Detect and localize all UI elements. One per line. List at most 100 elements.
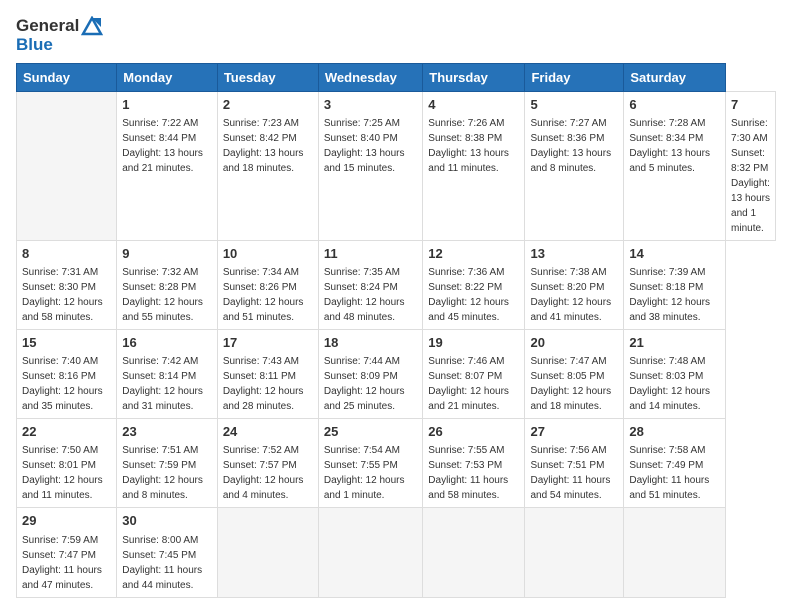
logo-triangle-icon	[81, 16, 103, 36]
calendar-cell: 18 Sunrise: 7:44 AMSunset: 8:09 PMDaylig…	[318, 330, 422, 419]
day-info: Sunrise: 7:56 AMSunset: 7:51 PMDaylight:…	[530, 445, 610, 501]
day-info: Sunrise: 8:00 AMSunset: 7:45 PMDaylight:…	[122, 535, 202, 591]
calendar-cell: 22 Sunrise: 7:50 AMSunset: 8:01 PMDaylig…	[17, 419, 117, 508]
day-number: 6	[629, 96, 720, 114]
day-info: Sunrise: 7:58 AMSunset: 7:49 PMDaylight:…	[629, 445, 709, 501]
calendar-cell: 26 Sunrise: 7:55 AMSunset: 7:53 PMDaylig…	[423, 419, 525, 508]
calendar-cell: 14 Sunrise: 7:39 AMSunset: 8:18 PMDaylig…	[624, 240, 726, 329]
weekday-header-saturday: Saturday	[624, 63, 726, 91]
day-info: Sunrise: 7:51 AMSunset: 7:59 PMDaylight:…	[122, 445, 203, 501]
day-info: Sunrise: 7:30 AMSunset: 8:32 PMDaylight:…	[731, 118, 770, 234]
calendar-cell: 10 Sunrise: 7:34 AMSunset: 8:26 PMDaylig…	[217, 240, 318, 329]
calendar-cell	[423, 508, 525, 597]
day-info: Sunrise: 7:38 AMSunset: 8:20 PMDaylight:…	[530, 267, 611, 323]
calendar-cell: 7 Sunrise: 7:30 AMSunset: 8:32 PMDayligh…	[726, 91, 776, 240]
day-number: 27	[530, 423, 618, 441]
week-row-4: 29 Sunrise: 7:59 AMSunset: 7:47 PMDaylig…	[17, 508, 776, 597]
logo: General Blue	[16, 16, 103, 55]
week-row-3: 22 Sunrise: 7:50 AMSunset: 8:01 PMDaylig…	[17, 419, 776, 508]
day-number: 30	[122, 512, 212, 530]
calendar-cell: 24 Sunrise: 7:52 AMSunset: 7:57 PMDaylig…	[217, 419, 318, 508]
day-info: Sunrise: 7:39 AMSunset: 8:18 PMDaylight:…	[629, 267, 710, 323]
day-info: Sunrise: 7:35 AMSunset: 8:24 PMDaylight:…	[324, 267, 405, 323]
week-row-2: 15 Sunrise: 7:40 AMSunset: 8:16 PMDaylig…	[17, 330, 776, 419]
calendar-cell: 8 Sunrise: 7:31 AMSunset: 8:30 PMDayligh…	[17, 240, 117, 329]
calendar-cell	[17, 91, 117, 240]
calendar-cell: 20 Sunrise: 7:47 AMSunset: 8:05 PMDaylig…	[525, 330, 624, 419]
day-number: 12	[428, 245, 519, 263]
day-info: Sunrise: 7:55 AMSunset: 7:53 PMDaylight:…	[428, 445, 508, 501]
calendar-cell: 6 Sunrise: 7:28 AMSunset: 8:34 PMDayligh…	[624, 91, 726, 240]
week-row-0: 1 Sunrise: 7:22 AMSunset: 8:44 PMDayligh…	[17, 91, 776, 240]
day-number: 8	[22, 245, 111, 263]
weekday-header-monday: Monday	[117, 63, 218, 91]
calendar-cell: 11 Sunrise: 7:35 AMSunset: 8:24 PMDaylig…	[318, 240, 422, 329]
day-number: 15	[22, 334, 111, 352]
day-number: 11	[324, 245, 417, 263]
day-info: Sunrise: 7:50 AMSunset: 8:01 PMDaylight:…	[22, 445, 103, 501]
day-number: 29	[22, 512, 111, 530]
day-info: Sunrise: 7:42 AMSunset: 8:14 PMDaylight:…	[122, 356, 203, 412]
day-info: Sunrise: 7:52 AMSunset: 7:57 PMDaylight:…	[223, 445, 304, 501]
weekday-header-friday: Friday	[525, 63, 624, 91]
calendar-cell: 25 Sunrise: 7:54 AMSunset: 7:55 PMDaylig…	[318, 419, 422, 508]
day-info: Sunrise: 7:22 AMSunset: 8:44 PMDaylight:…	[122, 118, 203, 174]
calendar-cell: 13 Sunrise: 7:38 AMSunset: 8:20 PMDaylig…	[525, 240, 624, 329]
day-number: 20	[530, 334, 618, 352]
day-number: 10	[223, 245, 313, 263]
week-row-1: 8 Sunrise: 7:31 AMSunset: 8:30 PMDayligh…	[17, 240, 776, 329]
calendar-cell: 17 Sunrise: 7:43 AMSunset: 8:11 PMDaylig…	[217, 330, 318, 419]
day-info: Sunrise: 7:46 AMSunset: 8:07 PMDaylight:…	[428, 356, 509, 412]
weekday-header-sunday: Sunday	[17, 63, 117, 91]
day-number: 26	[428, 423, 519, 441]
calendar-cell: 5 Sunrise: 7:27 AMSunset: 8:36 PMDayligh…	[525, 91, 624, 240]
calendar-cell	[318, 508, 422, 597]
calendar-cell: 27 Sunrise: 7:56 AMSunset: 7:51 PMDaylig…	[525, 419, 624, 508]
calendar-cell: 21 Sunrise: 7:48 AMSunset: 8:03 PMDaylig…	[624, 330, 726, 419]
day-number: 13	[530, 245, 618, 263]
header-row: SundayMondayTuesdayWednesdayThursdayFrid…	[17, 63, 776, 91]
calendar-cell: 19 Sunrise: 7:46 AMSunset: 8:07 PMDaylig…	[423, 330, 525, 419]
day-number: 9	[122, 245, 212, 263]
day-info: Sunrise: 7:25 AMSunset: 8:40 PMDaylight:…	[324, 118, 405, 174]
day-number: 25	[324, 423, 417, 441]
calendar-cell: 23 Sunrise: 7:51 AMSunset: 7:59 PMDaylig…	[117, 419, 218, 508]
day-info: Sunrise: 7:48 AMSunset: 8:03 PMDaylight:…	[629, 356, 710, 412]
calendar-cell: 15 Sunrise: 7:40 AMSunset: 8:16 PMDaylig…	[17, 330, 117, 419]
calendar-cell: 12 Sunrise: 7:36 AMSunset: 8:22 PMDaylig…	[423, 240, 525, 329]
calendar-cell: 4 Sunrise: 7:26 AMSunset: 8:38 PMDayligh…	[423, 91, 525, 240]
calendar-cell: 1 Sunrise: 7:22 AMSunset: 8:44 PMDayligh…	[117, 91, 218, 240]
day-info: Sunrise: 7:32 AMSunset: 8:28 PMDaylight:…	[122, 267, 203, 323]
day-info: Sunrise: 7:40 AMSunset: 8:16 PMDaylight:…	[22, 356, 103, 412]
day-number: 7	[731, 96, 770, 114]
calendar-cell: 16 Sunrise: 7:42 AMSunset: 8:14 PMDaylig…	[117, 330, 218, 419]
day-info: Sunrise: 7:34 AMSunset: 8:26 PMDaylight:…	[223, 267, 304, 323]
day-info: Sunrise: 7:27 AMSunset: 8:36 PMDaylight:…	[530, 118, 611, 174]
calendar-cell: 2 Sunrise: 7:23 AMSunset: 8:42 PMDayligh…	[217, 91, 318, 240]
day-number: 3	[324, 96, 417, 114]
calendar-cell: 9 Sunrise: 7:32 AMSunset: 8:28 PMDayligh…	[117, 240, 218, 329]
day-number: 5	[530, 96, 618, 114]
weekday-header-wednesday: Wednesday	[318, 63, 422, 91]
calendar-cell: 3 Sunrise: 7:25 AMSunset: 8:40 PMDayligh…	[318, 91, 422, 240]
day-info: Sunrise: 7:23 AMSunset: 8:42 PMDaylight:…	[223, 118, 304, 174]
day-info: Sunrise: 7:31 AMSunset: 8:30 PMDaylight:…	[22, 267, 103, 323]
day-info: Sunrise: 7:54 AMSunset: 7:55 PMDaylight:…	[324, 445, 405, 501]
day-info: Sunrise: 7:26 AMSunset: 8:38 PMDaylight:…	[428, 118, 509, 174]
calendar-cell: 30 Sunrise: 8:00 AMSunset: 7:45 PMDaylig…	[117, 508, 218, 597]
calendar-cell: 29 Sunrise: 7:59 AMSunset: 7:47 PMDaylig…	[17, 508, 117, 597]
day-number: 2	[223, 96, 313, 114]
day-number: 23	[122, 423, 212, 441]
day-info: Sunrise: 7:36 AMSunset: 8:22 PMDaylight:…	[428, 267, 509, 323]
day-info: Sunrise: 7:43 AMSunset: 8:11 PMDaylight:…	[223, 356, 304, 412]
day-number: 16	[122, 334, 212, 352]
calendar-cell: 28 Sunrise: 7:58 AMSunset: 7:49 PMDaylig…	[624, 419, 726, 508]
day-number: 14	[629, 245, 720, 263]
weekday-header-thursday: Thursday	[423, 63, 525, 91]
day-info: Sunrise: 7:47 AMSunset: 8:05 PMDaylight:…	[530, 356, 611, 412]
page-header: General Blue	[16, 16, 776, 55]
calendar-cell	[525, 508, 624, 597]
day-info: Sunrise: 7:28 AMSunset: 8:34 PMDaylight:…	[629, 118, 710, 174]
day-number: 18	[324, 334, 417, 352]
day-info: Sunrise: 7:44 AMSunset: 8:09 PMDaylight:…	[324, 356, 405, 412]
